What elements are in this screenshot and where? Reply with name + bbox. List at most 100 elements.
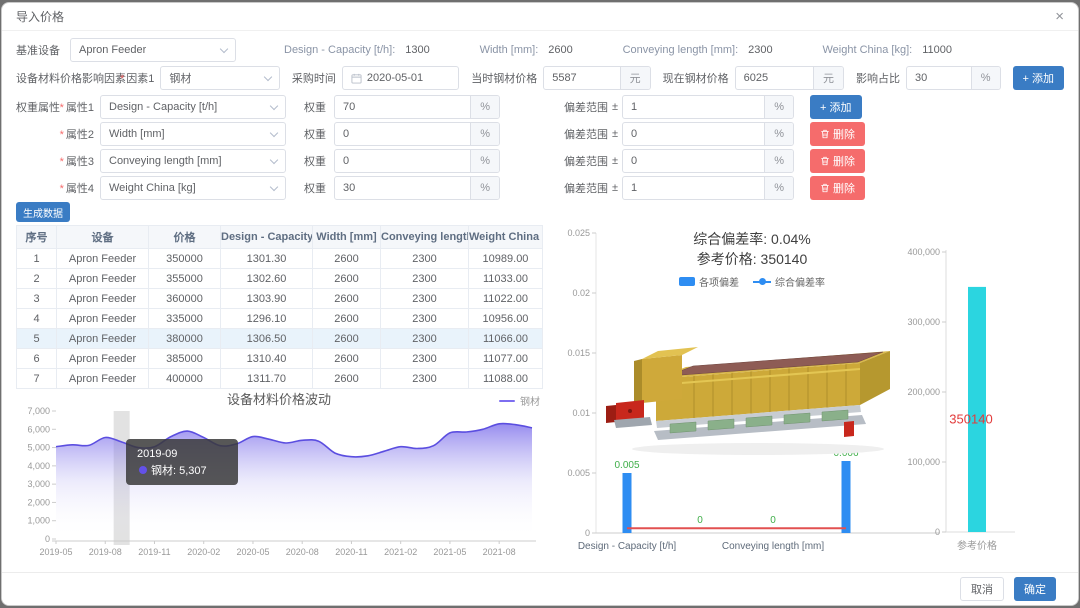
x-axis-tick-label: 2021-08	[483, 547, 516, 557]
weight-attribute-row: * 属性2 Width [mm] 权重 0% 偏差范围 ±0% 删除	[16, 122, 866, 146]
y-axis-tick-label: 0.02	[572, 288, 590, 298]
current-price-label: 现在钢材价格	[662, 73, 729, 85]
dialog-footer: 取消 确定	[2, 572, 1078, 605]
range-input[interactable]: 1%	[622, 95, 795, 119]
table-header-cell: 设备	[56, 225, 149, 249]
weight-input[interactable]: 0%	[334, 122, 500, 146]
table-cell: 2600	[312, 268, 381, 289]
delete-attribute-button[interactable]: 删除	[810, 122, 866, 146]
table-cell: 2300	[380, 308, 469, 329]
current-price-input[interactable]: 6025 元	[734, 66, 845, 90]
required-asterisk: *	[59, 183, 64, 195]
table-row[interactable]: 2 Apron Feeder 355000 1302.60 2600 2300 11033.…	[16, 268, 543, 289]
table-cell: Apron Feeder	[56, 248, 149, 269]
attribute-select[interactable]: Conveying length [mm]	[100, 149, 286, 173]
table-cell: 380000	[148, 328, 221, 349]
base-spec-2: Conveying length [mm]: 2300	[623, 44, 773, 56]
table-row[interactable]: 4 Apron Feeder 335000 1296.10 2600 2300 10956.…	[16, 308, 543, 329]
past-price-label: 当时钢材价格	[471, 73, 538, 85]
attribute-label: * 属性1	[59, 102, 94, 114]
attribute-select[interactable]: Weight China [kg]	[100, 176, 286, 200]
generated-data-table: 序号 设备 价格 Design - Capacity... Width [mm] Conv…	[16, 225, 543, 389]
table-cell: 2300	[380, 248, 469, 269]
table-row[interactable]: 3 Apron Feeder 360000 1303.90 2600 2300 11022.…	[16, 288, 543, 309]
table-cell: 355000	[148, 268, 221, 289]
y-axis-tick-label: 0.015	[567, 348, 590, 358]
weight-input[interactable]: 0%	[334, 149, 500, 173]
y-axis-tick-label: 3,000	[27, 479, 50, 489]
table-row[interactable]: 6 Apron Feeder 385000 1310.40 2600 2300 11077.…	[16, 348, 543, 369]
unit-percent: %	[470, 177, 499, 199]
factor-label: * 因素1	[120, 73, 155, 85]
add-attribute-button[interactable]: + 添加	[810, 95, 862, 119]
attribute-select[interactable]: Width [mm]	[100, 122, 286, 146]
table-cell: 7	[16, 368, 57, 389]
table-row[interactable]: 1 Apron Feeder 350000 1301.30 2600 2300 10989.…	[16, 248, 543, 269]
spec-value: 1300	[405, 44, 430, 56]
table-row[interactable]: 7 Apron Feeder 400000 1311.70 2600 2300 11088.…	[16, 368, 543, 389]
range-input[interactable]: 0%	[622, 149, 795, 173]
past-price-input[interactable]: 5587 元	[543, 66, 651, 90]
spec-label: Design - Capacity [t/h]:	[284, 44, 396, 56]
y-axis-tick-label: 0	[45, 534, 50, 544]
range-input[interactable]: 1%	[622, 176, 795, 200]
x-axis-tick-label: 2020-11	[335, 547, 367, 557]
impact-ratio-input[interactable]: 30 %	[906, 66, 1001, 90]
weight-input[interactable]: 70%	[334, 95, 500, 119]
delete-attribute-button[interactable]: 删除	[810, 149, 866, 173]
dialog-header: 导入价格 ×	[2, 3, 1078, 31]
table-cell: Apron Feeder	[56, 308, 149, 329]
table-cell: Apron Feeder	[56, 288, 149, 309]
table-cell: 6	[16, 348, 57, 369]
y-axis-tick-label: 6,000	[27, 424, 50, 434]
range-label: 偏差范围	[564, 156, 608, 168]
range-value: 0	[631, 128, 638, 140]
apron-feeder-3d-render	[606, 347, 890, 455]
cancel-button[interactable]: 取消	[960, 577, 1004, 601]
purchase-date-input[interactable]: 2020-05-01	[341, 66, 460, 90]
confirm-button[interactable]: 确定	[1014, 577, 1056, 601]
weight-input[interactable]: 30%	[334, 176, 500, 200]
plus-minus: ±	[612, 155, 619, 167]
factor-row: 设备材料价格影响因素 * 因素1 钢材 采购时间 2020-05-01 当时钢材价…	[16, 65, 1064, 91]
generate-data-button[interactable]: 生成数据	[16, 202, 70, 222]
table-cell: 11088.00	[468, 368, 543, 389]
add-factor-button[interactable]: + 添加	[1012, 66, 1064, 90]
factor-value: 钢材	[169, 73, 192, 85]
delete-attribute-button[interactable]: 删除	[810, 176, 866, 200]
reference-price-chart[interactable]: 0 100,000 200,000 300,000 400,000 350140 参考价格	[905, 223, 1079, 561]
table-cell: 400000	[148, 368, 221, 389]
attribute-select[interactable]: Design - Capacity [t/h]	[100, 95, 286, 119]
weight-value: 30	[343, 182, 356, 194]
table-cell: 3	[16, 288, 57, 309]
table-cell: Apron Feeder	[56, 268, 149, 289]
table-row[interactable]: 5 Apron Feeder 380000 1306.50 2600 2300 11066.…	[16, 328, 543, 349]
table-cell: 2	[16, 268, 57, 289]
range-label: 偏差范围	[564, 129, 608, 141]
base-device-label: 基准设备	[16, 45, 60, 57]
y-axis-tick-label: 2,000	[27, 497, 50, 507]
table-header-cell: 价格	[148, 225, 221, 249]
close-icon[interactable]: ×	[1055, 9, 1064, 24]
unit-percent: %	[970, 67, 1000, 89]
price-fluctuation-chart[interactable]: 0 1,000 2,000 3,000 4,000 5,000 6,000 7,000 2019…	[16, 405, 542, 561]
weight-label: 权重	[304, 129, 326, 141]
x-axis-tick-label: 2020-02	[187, 547, 220, 557]
table-header-row: 序号 设备 价格 Design - Capacity... Width [mm] Conv…	[16, 225, 543, 249]
attribute-select-value: Weight China [kg]	[109, 182, 196, 194]
past-price-value: 5587	[552, 72, 577, 84]
table-header-cell: 序号	[16, 225, 57, 249]
price-table: 序号 设备 价格 Design - Capacity... Width [mm] Conv…	[16, 225, 543, 389]
required-asterisk: *	[59, 102, 64, 114]
table-cell: 1296.10	[220, 308, 313, 329]
calendar-icon	[351, 73, 362, 84]
chevron-down-icon	[219, 44, 229, 53]
unit-percent: %	[764, 123, 794, 145]
y-axis-tick-label: 0.005	[567, 468, 590, 478]
base-device-select[interactable]: Apron Feeder	[70, 38, 236, 62]
factor-select[interactable]: 钢材	[160, 66, 280, 90]
attribute-select-value: Conveying length [mm]	[109, 155, 222, 167]
table-cell: 360000	[148, 288, 221, 309]
range-input[interactable]: 0%	[622, 122, 795, 146]
x-axis-tick-label: 2019-05	[39, 547, 72, 557]
